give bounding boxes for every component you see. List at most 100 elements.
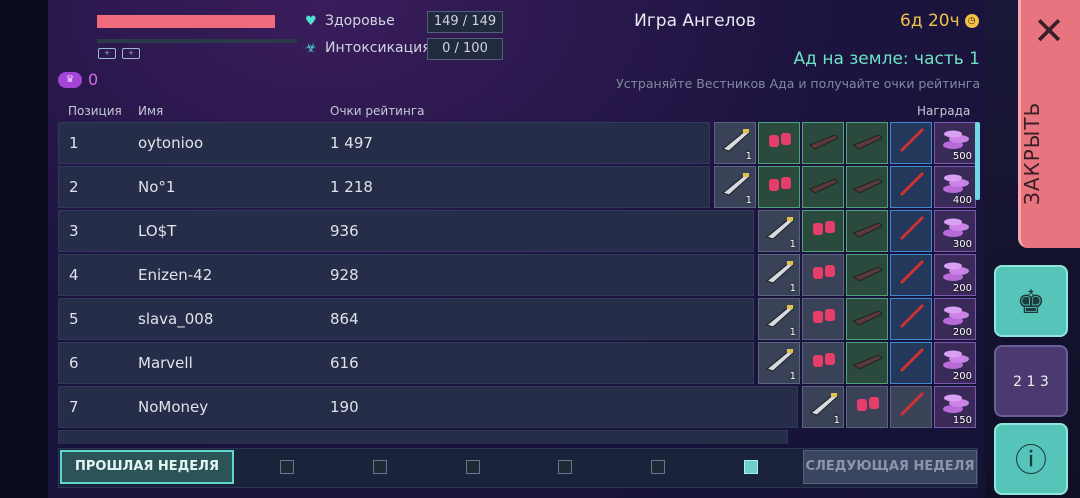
clan-rating-button[interactable]: ♚ [994,265,1068,337]
row-rewards: 1 300 [758,210,976,252]
reward-blade[interactable] [890,342,932,384]
event-description: Устраняйте Вестников Ада и получайте очк… [616,76,980,91]
reward-blade[interactable] [890,210,932,252]
reward-quantity: 400 [952,195,972,206]
reward-rifle[interactable] [846,254,888,296]
stopwatch-icon: ◷ [964,14,979,28]
reward-quantity: 300 [952,239,972,250]
reward-quantity: 1 [745,151,752,162]
row-rewards: 1 400 [714,166,976,208]
row-player-name: NoMoney [138,398,209,416]
reward-quantity: 200 [952,283,972,294]
leaderboard-table[interactable]: 1 oytonioo 1 497 1 500 2 No°1 1 218 1 400 3 LO$T 936… [58,122,978,444]
table-row[interactable]: 6 Marvell 616 [58,342,754,384]
reward-coins[interactable]: 400 [934,166,976,208]
week-page-indicator[interactable] [466,460,480,474]
reward-blade[interactable] [890,122,932,164]
info-button[interactable]: ⓘ [994,423,1068,495]
reward-melee-weapon[interactable]: 1 [714,166,756,208]
table-row[interactable]: 5 slava_008 864 [58,298,754,340]
close-icon[interactable]: ✕ [1028,10,1070,52]
reward-melee-weapon[interactable]: 1 [802,386,844,428]
table-row[interactable]: 7 NoMoney 190 [58,386,798,428]
reward-blade[interactable] [890,386,932,428]
reward-coins[interactable]: 200 [934,298,976,340]
row-position: 5 [69,310,79,328]
row-player-name: slava_008 [138,310,214,328]
group-crown-icon: ♚ [1016,283,1046,321]
column-score: Очки рейтинга [330,104,425,118]
row-score: 1 497 [330,134,373,152]
reward-coins[interactable]: 300 [934,210,976,252]
row-position: 2 [69,178,79,196]
reward-gloves[interactable] [802,254,844,296]
reward-rifle[interactable] [846,166,888,208]
reward-melee-weapon[interactable]: 1 [758,342,800,384]
left-edge [0,0,48,498]
row-position: 7 [69,398,79,416]
podium-place-2: 2 [1013,374,1023,390]
podium-place-1: 1 [1026,374,1036,390]
reward-coins[interactable]: 150 [934,386,976,428]
reward-melee-weapon[interactable]: 1 [758,298,800,340]
reward-gloves[interactable] [802,342,844,384]
reward-melee-weapon[interactable]: 1 [714,122,756,164]
row-position: 1 [69,134,79,152]
reward-melee-weapon[interactable]: 1 [758,254,800,296]
reward-gloves[interactable] [758,122,800,164]
reward-coins[interactable]: 200 [934,254,976,296]
reward-blade[interactable] [890,254,932,296]
table-row[interactable]: 1 oytonioo 1 497 [58,122,710,164]
health-row: ♥ Здоровье [305,13,395,29]
reward-gloves[interactable] [802,210,844,252]
reward-quantity: 200 [952,371,972,382]
column-reward: Награда [917,104,971,118]
next-week-button[interactable]: СЛЕДУЮЩАЯ НЕДЕЛЯ [803,450,977,484]
row-rewards: 1 200 [758,342,976,384]
reward-blade[interactable] [890,166,932,208]
week-page-indicator[interactable] [373,460,387,474]
reward-quantity: 200 [952,327,972,338]
reward-rifle[interactable] [846,342,888,384]
timer-text: 6д 20ч [900,11,960,31]
week-page-indicator[interactable] [280,460,294,474]
reward-coins[interactable]: 500 [934,122,976,164]
reward-coins[interactable]: 200 [934,342,976,384]
scrollbar[interactable] [975,122,980,200]
reward-rifle[interactable] [802,122,844,164]
reward-blade[interactable] [890,298,932,340]
column-position: Позиция [68,104,122,118]
row-position: 6 [69,354,79,372]
week-page-indicator[interactable] [744,460,758,474]
toxicity-row: ☣ Интоксикация [305,40,431,56]
row-position: 3 [69,222,79,240]
table-row[interactable]: 2 No°1 1 218 [58,166,710,208]
table-row[interactable]: 4 Enizen-42 928 [58,254,754,296]
reward-gloves[interactable] [758,166,800,208]
battery-icon: + [98,48,116,59]
reward-quantity: 1 [789,327,796,338]
row-position: 4 [69,266,79,284]
table-row[interactable] [58,430,788,444]
close-label[interactable]: ЗАКРЫТЬ [1020,102,1080,205]
week-page-indicator[interactable] [558,460,572,474]
row-score: 928 [330,266,359,284]
battery-icon: + [122,48,140,59]
reward-rifle[interactable] [846,122,888,164]
row-player-name: Enizen-42 [138,266,213,284]
health-label: Здоровье [325,13,395,29]
reward-rifle[interactable] [846,210,888,252]
row-player-name: oytonioo [138,134,204,152]
reward-gloves[interactable] [802,298,844,340]
row-player-name: No°1 [138,178,176,196]
row-rewards: 1 200 [758,298,976,340]
reward-gloves[interactable] [846,386,888,428]
reward-rifle[interactable] [802,166,844,208]
previous-week-button[interactable]: ПРОШЛАЯ НЕДЕЛЯ [60,450,234,484]
reward-quantity: 1 [789,371,796,382]
reward-rifle[interactable] [846,298,888,340]
reward-melee-weapon[interactable]: 1 [758,210,800,252]
personal-rating-button[interactable]: 2 1 3 [994,345,1068,417]
table-row[interactable]: 3 LO$T 936 [58,210,754,252]
week-page-indicator[interactable] [651,460,665,474]
